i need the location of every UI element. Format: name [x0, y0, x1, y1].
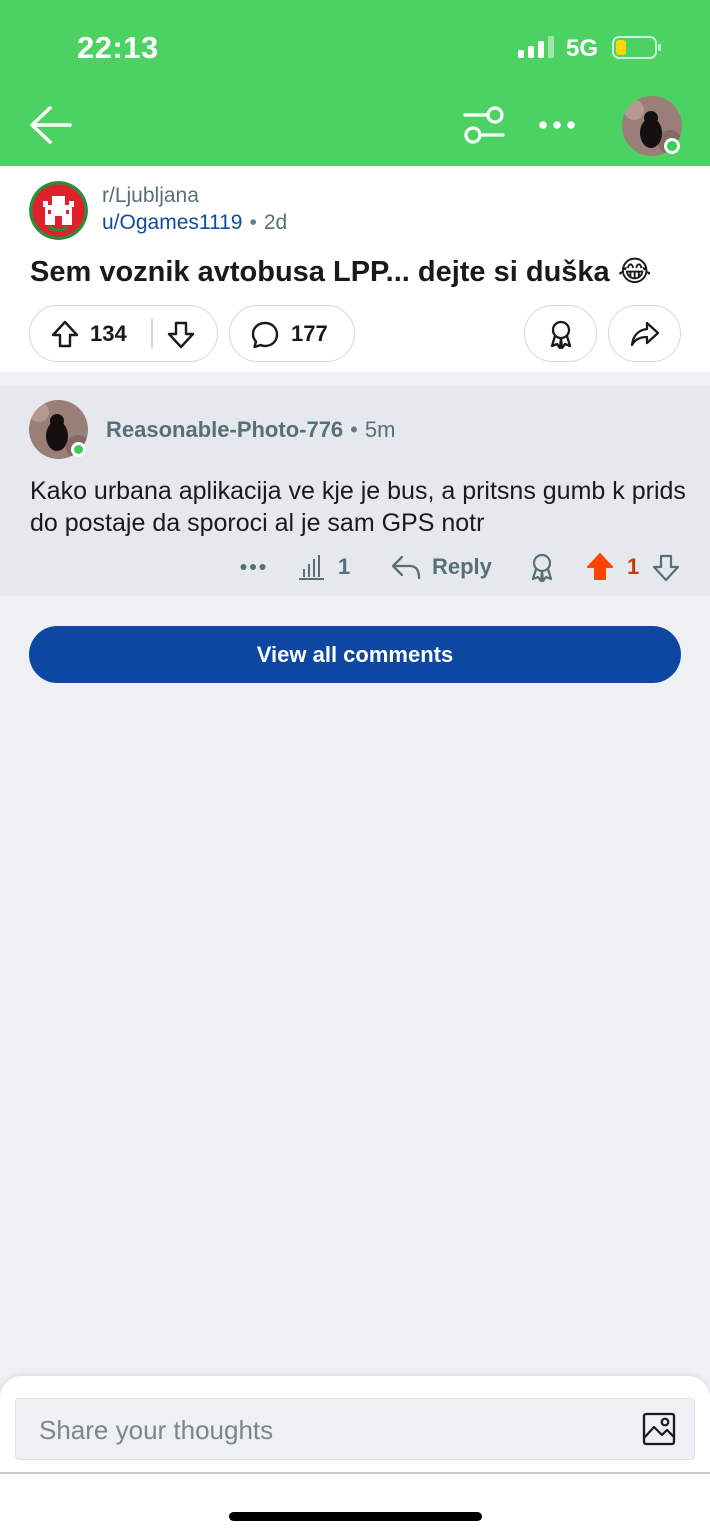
network-type: 5G [566, 35, 599, 62]
subreddit-icon[interactable] [29, 181, 88, 240]
share-arrow-icon [630, 321, 660, 347]
comment-composer: Share your thoughts [0, 1376, 710, 1536]
comment-age: 5m [364, 417, 396, 442]
post-title[interactable]: Sem voznik avtobusa LPP... dejte si dušk… [30, 254, 652, 289]
vote-divider [151, 319, 153, 349]
more-options-icon[interactable] [538, 112, 576, 138]
comment-actions: 1 Reply 1 [0, 548, 710, 588]
post-award-button[interactable] [524, 305, 597, 362]
comment-author-avatar[interactable] [29, 400, 88, 459]
cellular-signal-icon [518, 36, 554, 58]
composer-divider [0, 1472, 710, 1474]
post-author[interactable]: u/Ogames1119 [102, 211, 242, 234]
reply-arrow-icon[interactable] [391, 554, 421, 580]
post-comment-count: 177 [291, 321, 328, 346]
separator-dot: • [249, 211, 257, 234]
comment-score: 1 [627, 554, 640, 579]
comment-stats-icon[interactable] [297, 553, 325, 581]
app-header: 22:13 5G [0, 0, 710, 166]
post-vote-bar: 134 [29, 305, 218, 362]
comment-author-line: Reasonable-Photo-776 • 5m [106, 417, 395, 443]
separator-dot: • [350, 417, 358, 442]
comment-bubble-icon [251, 321, 279, 349]
comment-stats-count: 1 [338, 554, 351, 579]
post-card: r/Ljubljana u/Ogames1119 • 2d Sem voznik a… [0, 166, 710, 372]
comment-award-icon[interactable] [528, 552, 556, 582]
upvote-arrow-icon[interactable] [50, 319, 80, 349]
battery-icon [612, 36, 661, 59]
subreddit-name[interactable]: r/Ljubljana [102, 184, 199, 208]
post-comments-button[interactable]: 177 [229, 305, 355, 362]
comment-more-icon[interactable] [240, 562, 266, 572]
comment-input[interactable]: Share your thoughts [15, 1398, 695, 1460]
comment-input-placeholder: Share your thoughts [39, 1415, 274, 1445]
back-arrow-icon[interactable] [28, 103, 74, 147]
comment-downvote-icon[interactable] [652, 553, 680, 583]
post-upvote-count: 134 [90, 321, 127, 346]
home-indicator[interactable] [229, 1512, 482, 1521]
online-status-dot [71, 442, 86, 457]
view-all-comments-button[interactable]: View all comments [29, 626, 681, 683]
post-age: 2d [263, 211, 288, 234]
ljubljana-crest-icon [29, 181, 88, 240]
user-avatar[interactable] [622, 96, 682, 156]
status-time: 22:13 [77, 30, 159, 65]
reply-button[interactable]: Reply [432, 554, 492, 580]
award-icon [550, 320, 572, 349]
post-meta: u/Ogames1119 • 2d [102, 211, 287, 235]
sort-filter-icon[interactable] [462, 104, 506, 146]
image-attach-icon[interactable] [642, 1412, 676, 1446]
comment-upvote-icon[interactable] [586, 552, 614, 582]
comment-card: Reasonable-Photo-776 • 5m Kako urbana apli… [0, 386, 710, 596]
post-share-button[interactable] [608, 305, 681, 362]
comment-body: Kako urbana aplikacija ve kje je bus, a … [30, 477, 686, 537]
downvote-arrow-icon[interactable] [166, 320, 196, 350]
comment-author[interactable]: Reasonable-Photo-776 [106, 417, 343, 442]
online-status-dot [664, 138, 680, 154]
